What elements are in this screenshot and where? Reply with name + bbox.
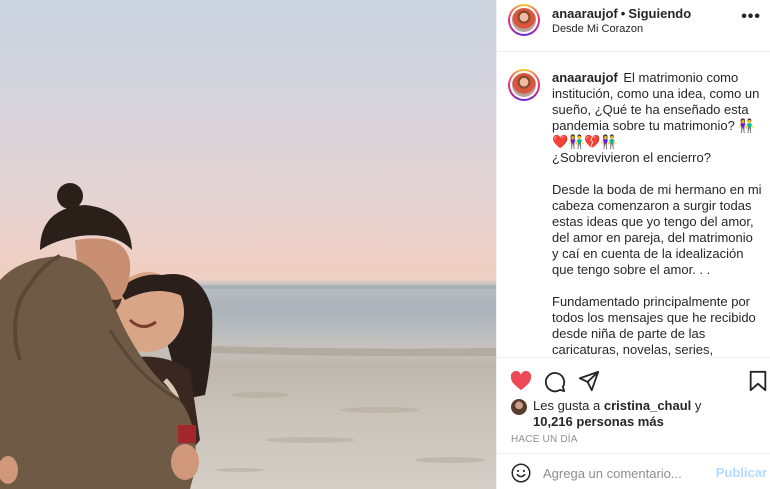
smiley-icon[interactable] bbox=[511, 463, 531, 483]
post-header: anaaraujof • Siguiendo Desde Mi Corazon ••… bbox=[497, 0, 770, 52]
author-line: anaaraujof • Siguiendo bbox=[552, 6, 691, 21]
caption-section: anaaraujof El matrimonio como institució… bbox=[497, 53, 770, 357]
comment-input[interactable] bbox=[543, 463, 703, 483]
photo-illustration bbox=[0, 183, 496, 489]
caption-author-avatar[interactable] bbox=[508, 69, 540, 101]
paper-plane-icon[interactable] bbox=[578, 370, 600, 392]
more-options-icon[interactable]: ••• bbox=[741, 8, 761, 26]
liker-username[interactable]: cristina_chaul bbox=[604, 398, 691, 413]
caption-username[interactable]: anaaraujof bbox=[552, 70, 618, 85]
comment-bar: Publicar bbox=[497, 453, 770, 489]
author-username[interactable]: anaaraujof bbox=[552, 6, 618, 21]
actions-section: Les gusta a cristina_chaul y 10,216 pers… bbox=[497, 357, 770, 489]
likes-prefix: Les gusta a bbox=[533, 398, 601, 413]
caption: anaaraujof El matrimonio como institució… bbox=[552, 70, 762, 357]
post-timestamp[interactable]: HACE UN DÍA bbox=[511, 434, 578, 445]
heart-filled-icon[interactable] bbox=[510, 371, 532, 391]
post-side-panel: anaaraujof • Siguiendo Desde Mi Corazon ••… bbox=[496, 0, 770, 489]
bookmark-icon[interactable] bbox=[748, 370, 768, 392]
publish-button[interactable]: Publicar bbox=[716, 465, 767, 480]
liker-avatar[interactable] bbox=[511, 399, 527, 415]
comment-bubble-icon[interactable] bbox=[544, 371, 566, 393]
post-location[interactable]: Desde Mi Corazon bbox=[552, 23, 643, 35]
author-avatar[interactable] bbox=[508, 4, 540, 36]
caption-text: El matrimonio como institución, como una… bbox=[552, 70, 762, 357]
separator-dot: • bbox=[620, 6, 626, 21]
likes-text: Les gusta a cristina_chaul y 10,216 pers… bbox=[533, 398, 763, 430]
likes-count-link[interactable]: 10,216 personas más bbox=[533, 414, 664, 429]
likes-joiner: y bbox=[694, 398, 702, 413]
follow-status-button[interactable]: Siguiendo bbox=[628, 6, 691, 21]
post-photo[interactable] bbox=[0, 0, 496, 489]
